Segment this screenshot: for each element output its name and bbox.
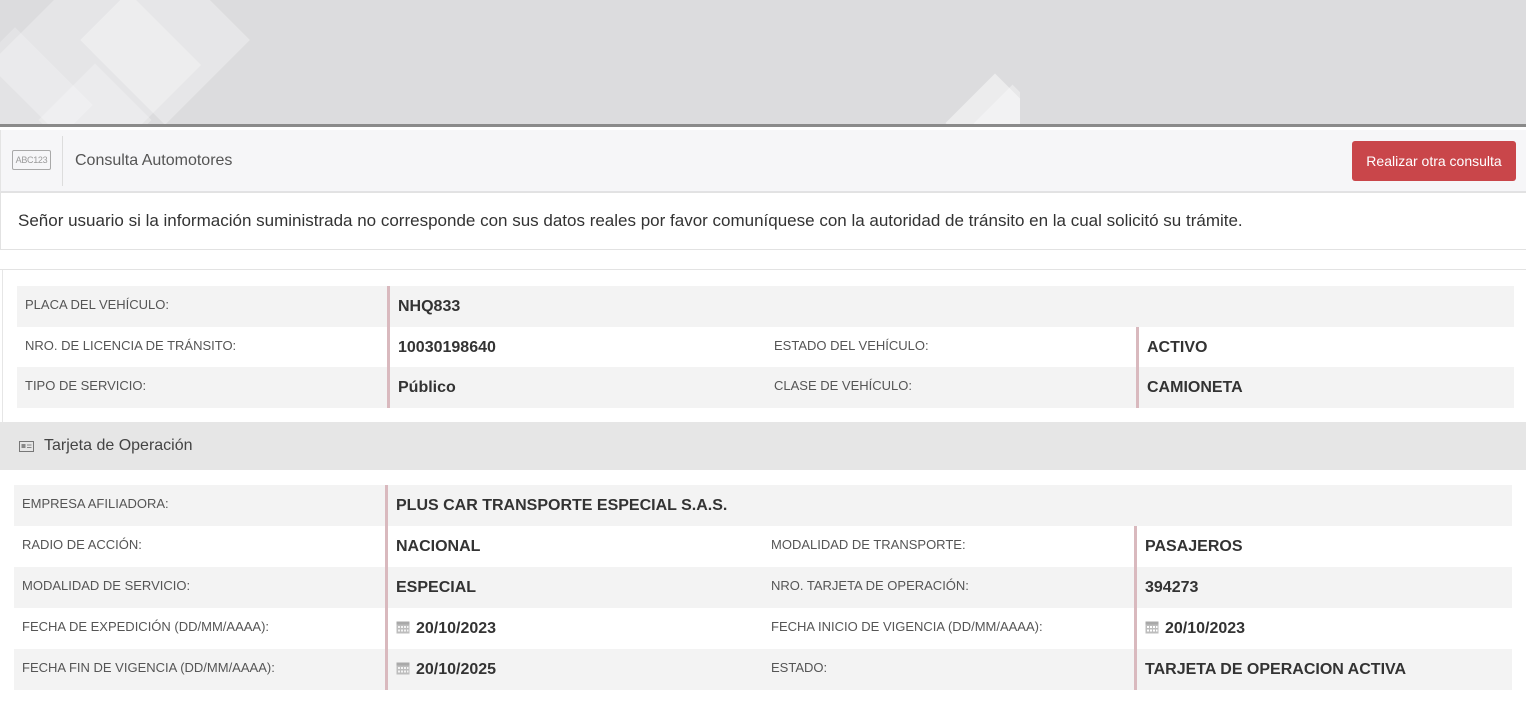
row-service-type: TIPO DE SERVICIO: Público CLASE DE VEHÍC… <box>17 367 1514 408</box>
service-mode-label: MODALIDAD DE SERVICIO: <box>22 578 191 593</box>
page-title: Consulta Automotores <box>75 152 233 169</box>
panel-border <box>2 270 3 422</box>
plate-label: PLACA DEL VEHÍCULO: <box>25 297 170 312</box>
validity-start-label: FECHA INICIO DE VIGENCIA (DD/MM/AAAA): <box>771 619 1043 634</box>
license-plate-icon: ABC123 <box>12 150 51 170</box>
card-status-label: ESTADO: <box>771 660 828 675</box>
transport-mode-label: MODALIDAD DE TRANSPORTE: <box>771 537 966 552</box>
validity-end-value: 20/10/2025 <box>416 661 497 678</box>
card-number-label: NRO. TARJETA DE OPERACIÓN: <box>771 578 969 593</box>
row-validity-end: FECHA FIN DE VIGENCIA (DD/MM/AAAA): 20/1… <box>14 649 1512 690</box>
calendar-icon <box>396 620 410 634</box>
row-service-mode: MODALIDAD DE SERVICIO: ESPECIAL NRO. TAR… <box>14 567 1512 608</box>
service-type-label: TIPO DE SERVICIO: <box>25 378 147 393</box>
validity-start-cell: 20/10/2023 <box>1134 608 1245 649</box>
calendar-icon <box>1145 620 1159 634</box>
vehicle-status-label: ESTADO DEL VEHÍCULO: <box>774 338 929 353</box>
header-separator <box>62 136 63 186</box>
calendar-icon <box>396 661 410 675</box>
query-header: ABC123 Consulta Automotores Realizar otr… <box>0 130 1526 192</box>
issue-date-cell: 20/10/2023 <box>385 608 496 649</box>
validity-end-label: FECHA FIN DE VIGENCIA (DD/MM/AAAA): <box>22 660 275 675</box>
vehicle-status-value: ACTIVO <box>1136 327 1207 368</box>
info-notice: Señor usuario si la información suminist… <box>0 192 1526 250</box>
operation-card-section-header: Tarjeta de Operación <box>0 422 1526 470</box>
row-action-radius: RADIO DE ACCIÓN: NACIONAL MODALIDAD DE T… <box>14 526 1512 567</box>
row-plate: PLACA DEL VEHÍCULO: NHQ833 <box>17 286 1514 327</box>
issue-date-value: 20/10/2023 <box>416 620 497 637</box>
validity-end-cell: 20/10/2025 <box>385 649 496 690</box>
action-radius-value: NACIONAL <box>385 526 480 567</box>
card-number-value: 394273 <box>1134 567 1198 608</box>
action-radius-label: RADIO DE ACCIÓN: <box>22 537 142 552</box>
service-type-value: Público <box>387 367 456 408</box>
divider <box>0 269 1526 270</box>
top-banner <box>0 0 1526 127</box>
validity-start-value: 20/10/2023 <box>1165 620 1246 637</box>
service-mode-value: ESPECIAL <box>385 567 476 608</box>
company-value: PLUS CAR TRANSPORTE ESPECIAL S.A.S. <box>385 485 727 526</box>
banner-plain-area <box>1020 0 1526 124</box>
row-issue-date: FECHA DE EXPEDICIÓN (DD/MM/AAAA): 20/10/… <box>14 608 1512 649</box>
company-label: EMPRESA AFILIADORA: <box>22 496 169 511</box>
vehicle-class-value: CAMIONETA <box>1136 367 1243 408</box>
new-query-button[interactable]: Realizar otra consulta <box>1352 141 1516 181</box>
transport-mode-value: PASAJEROS <box>1134 526 1243 567</box>
vehicle-class-label: CLASE DE VEHÍCULO: <box>774 378 912 393</box>
card-status-value: TARJETA DE OPERACION ACTIVA <box>1134 649 1406 690</box>
row-company: EMPRESA AFILIADORA: PLUS CAR TRANSPORTE … <box>14 485 1512 526</box>
license-label: NRO. DE LICENCIA DE TRÁNSITO: <box>25 338 237 353</box>
issue-date-label: FECHA DE EXPEDICIÓN (DD/MM/AAAA): <box>22 619 270 634</box>
license-value: 10030198640 <box>387 327 496 368</box>
row-license: NRO. DE LICENCIA DE TRÁNSITO: 1003019864… <box>17 327 1514 368</box>
id-card-icon <box>19 439 34 457</box>
plate-value: NHQ833 <box>387 286 460 327</box>
section-title: Tarjeta de Operación <box>44 437 193 454</box>
